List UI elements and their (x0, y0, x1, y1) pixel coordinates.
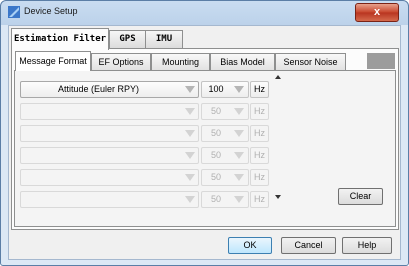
chevron-down-icon (185, 130, 195, 137)
message-row: 50 Hz (20, 125, 270, 142)
message-format-select[interactable]: Attitude (Euler RPY) (20, 81, 199, 98)
cancel-button[interactable]: Cancel (281, 237, 336, 254)
rate-select[interactable]: 100 (201, 81, 249, 98)
device-setup-window: Device Setup x Estimation Filter GPS IMU… (0, 0, 409, 266)
rate-select[interactable]: 50 (201, 103, 249, 120)
close-button[interactable]: x (355, 3, 399, 22)
rate-value: 50 (210, 150, 221, 160)
rate-unit-label: Hz (250, 103, 269, 120)
chevron-down-icon (185, 196, 195, 203)
close-icon: x (373, 6, 381, 18)
chevron-down-icon (234, 174, 244, 181)
rate-value: 100 (208, 84, 224, 94)
message-row: 50 Hz (20, 169, 270, 186)
tab-mounting[interactable]: Mounting (151, 53, 210, 70)
message-format-panel: Attitude (Euler RPY) 100 Hz 50 Hz 50 Hz … (14, 70, 396, 227)
rate-unit-label: Hz (250, 191, 269, 208)
tab-gps[interactable]: GPS (109, 30, 146, 48)
clear-button[interactable]: Clear (338, 188, 383, 205)
rate-unit-label: Hz (250, 147, 269, 164)
message-row: 50 Hz (20, 147, 270, 164)
rate-select[interactable]: 50 (201, 191, 249, 208)
title-bar[interactable]: Device Setup x (1, 1, 408, 23)
tab-message-format[interactable]: Message Format (15, 51, 91, 71)
tab-bias-model[interactable]: Bias Model (210, 53, 275, 70)
chevron-down-icon (234, 108, 244, 115)
message-row: 50 Hz (20, 191, 270, 208)
message-list-scrollbar[interactable] (273, 71, 282, 203)
message-format-select[interactable] (20, 191, 199, 208)
window-title: Device Setup (24, 6, 78, 16)
tab-strip-filler (367, 53, 395, 69)
rate-unit-label: Hz (250, 169, 269, 186)
estimation-filter-panel: Message Format EF Options Mounting Bias … (11, 48, 399, 230)
rate-value: 50 (210, 194, 221, 204)
rate-select[interactable]: 50 (201, 147, 249, 164)
scroll-up-icon[interactable] (275, 75, 281, 79)
app-icon (8, 6, 20, 18)
rate-select[interactable]: 50 (201, 125, 249, 142)
scroll-down-icon[interactable] (275, 195, 281, 199)
chevron-down-icon (234, 196, 244, 203)
ok-button[interactable]: OK (228, 237, 272, 254)
chevron-down-icon (185, 152, 195, 159)
message-format-select[interactable] (20, 169, 199, 186)
chevron-down-icon (185, 174, 195, 181)
help-button[interactable]: Help (342, 237, 392, 254)
message-row: 50 Hz (20, 103, 270, 120)
tab-ef-options[interactable]: EF Options (91, 53, 151, 70)
chevron-down-icon (185, 86, 195, 93)
chevron-down-icon (234, 86, 244, 93)
message-format-select[interactable] (20, 147, 199, 164)
tab-imu[interactable]: IMU (145, 30, 183, 48)
rate-value: 50 (210, 172, 221, 182)
message-format-select[interactable] (20, 103, 199, 120)
tab-estimation-filter[interactable]: Estimation Filter (11, 28, 109, 50)
rate-value: 50 (210, 128, 221, 138)
message-format-select[interactable] (20, 125, 199, 142)
message-row: Attitude (Euler RPY) 100 Hz (20, 81, 270, 98)
chevron-down-icon (234, 130, 244, 137)
chevron-down-icon (185, 108, 195, 115)
rate-unit-label: Hz (250, 125, 269, 142)
rate-select[interactable]: 50 (201, 169, 249, 186)
rate-unit-label: Hz (250, 81, 269, 98)
rate-value: 50 (210, 106, 221, 116)
dialog-client-area: Estimation Filter GPS IMU Message Format… (8, 25, 401, 260)
chevron-down-icon (234, 152, 244, 159)
tab-sensor-noise[interactable]: Sensor Noise (275, 53, 346, 70)
message-format-value: Attitude (Euler RPY) (57, 84, 140, 94)
